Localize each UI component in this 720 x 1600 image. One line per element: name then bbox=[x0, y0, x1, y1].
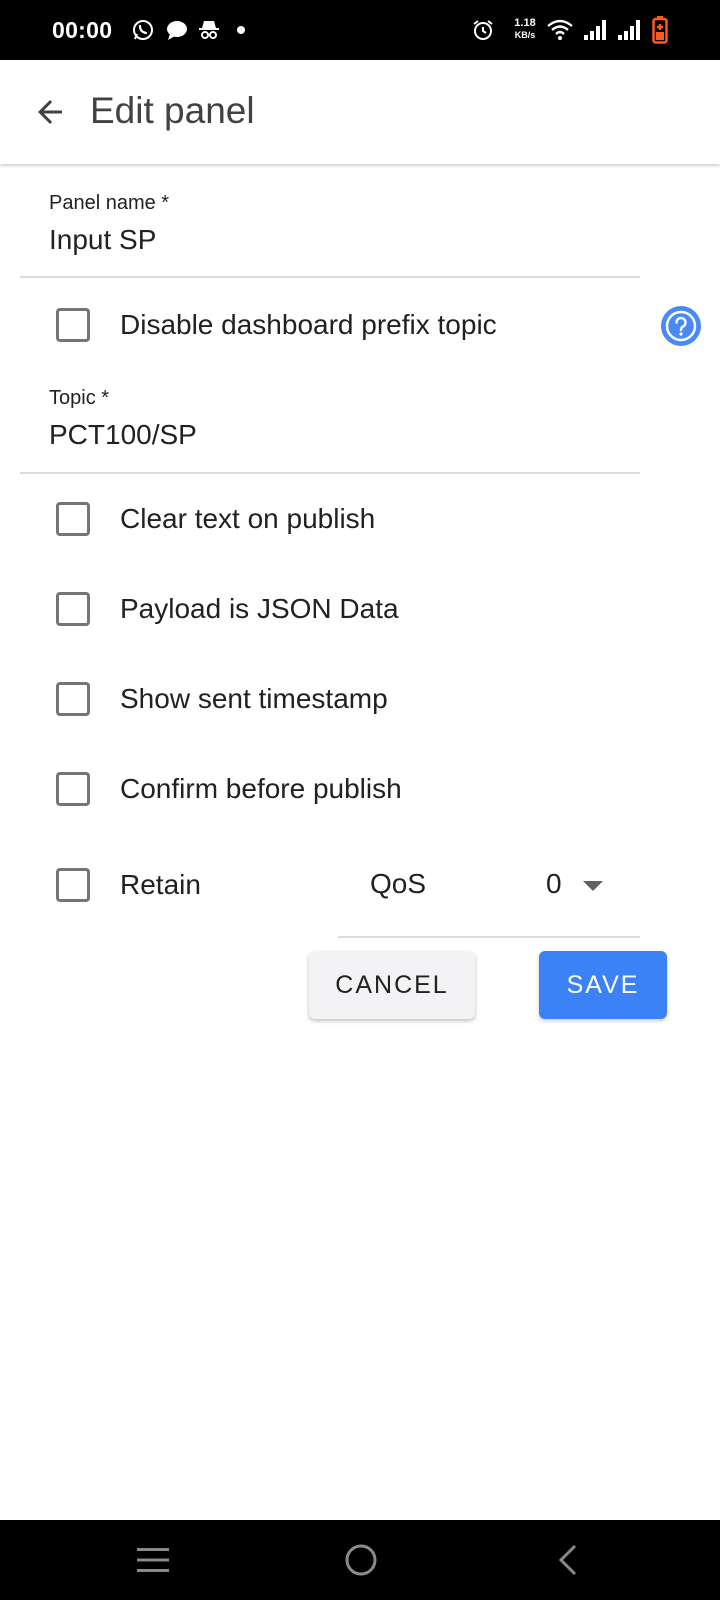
topic-value[interactable]: PCT100/SP bbox=[49, 419, 197, 451]
payload-json-label: Payload is JSON Data bbox=[120, 593, 399, 624]
home-icon bbox=[345, 1544, 377, 1576]
network-speed-value: 1.18 bbox=[514, 17, 536, 29]
page-title: Edit panel bbox=[90, 90, 255, 131]
panel-name-value[interactable]: Input SP bbox=[49, 224, 156, 256]
disable-prefix-label: Disable dashboard prefix topic bbox=[120, 309, 497, 340]
qos-select[interactable]: 0 bbox=[338, 846, 640, 938]
dropdown-arrow-icon bbox=[583, 881, 603, 891]
chat-bubble-icon bbox=[164, 0, 190, 60]
retain-label: Retain bbox=[120, 869, 201, 900]
arrow-back-icon bbox=[38, 100, 62, 124]
nav-back-button[interactable] bbox=[540, 1532, 596, 1588]
recent-apps-button[interactable] bbox=[125, 1532, 181, 1588]
qos-value: 0 bbox=[546, 868, 562, 899]
signal-icon bbox=[582, 0, 608, 60]
status-bar: 00:00 1.18 KB/s bbox=[0, 0, 720, 60]
whatsapp-icon bbox=[130, 0, 156, 60]
show-timestamp-checkbox-row[interactable]: Show sent timestamp bbox=[56, 679, 388, 719]
signal-icon bbox=[616, 0, 642, 60]
wifi-icon bbox=[546, 0, 574, 60]
topic-label: Topic * bbox=[49, 387, 110, 409]
battery-charging-icon bbox=[650, 0, 670, 60]
cancel-button[interactable]: CANCEL bbox=[309, 951, 475, 1019]
dot-icon bbox=[234, 0, 248, 60]
confirm-publish-label: Confirm before publish bbox=[120, 773, 402, 804]
back-button[interactable] bbox=[24, 86, 76, 138]
retain-checkbox-row[interactable]: Retain bbox=[56, 865, 201, 905]
topic-field[interactable]: Topic * PCT100/SP bbox=[20, 375, 640, 474]
incognito-icon bbox=[196, 0, 222, 60]
show-timestamp-label: Show sent timestamp bbox=[120, 683, 388, 714]
network-speed: 1.18 KB/s bbox=[508, 17, 542, 41]
back-icon bbox=[558, 1544, 577, 1576]
panel-name-label: Panel name * bbox=[49, 192, 170, 214]
clear-text-checkbox[interactable] bbox=[56, 502, 90, 536]
disable-prefix-checkbox[interactable] bbox=[56, 308, 90, 342]
save-button[interactable]: SAVE bbox=[539, 951, 667, 1019]
retain-checkbox[interactable] bbox=[56, 868, 90, 902]
payload-json-checkbox-row[interactable]: Payload is JSON Data bbox=[56, 589, 399, 629]
help-icon bbox=[661, 306, 701, 346]
app-bar: Edit panel bbox=[0, 60, 720, 164]
clear-text-checkbox-row[interactable]: Clear text on publish bbox=[56, 499, 375, 539]
status-time: 00:00 bbox=[52, 17, 113, 43]
menu-icon bbox=[137, 1548, 169, 1572]
payload-json-checkbox[interactable] bbox=[56, 592, 90, 626]
network-speed-unit: KB/s bbox=[514, 30, 536, 40]
navigation-bar bbox=[0, 1520, 720, 1600]
help-button[interactable] bbox=[660, 305, 702, 347]
panel-name-field[interactable]: Panel name * Input SP bbox=[20, 180, 640, 278]
show-timestamp-checkbox[interactable] bbox=[56, 682, 90, 716]
confirm-publish-checkbox-row[interactable]: Confirm before publish bbox=[56, 769, 402, 809]
home-button[interactable] bbox=[333, 1532, 389, 1588]
confirm-publish-checkbox[interactable] bbox=[56, 772, 90, 806]
disable-prefix-checkbox-row[interactable]: Disable dashboard prefix topic bbox=[56, 305, 497, 345]
alarm-icon bbox=[470, 0, 496, 60]
clear-text-label: Clear text on publish bbox=[120, 503, 376, 534]
